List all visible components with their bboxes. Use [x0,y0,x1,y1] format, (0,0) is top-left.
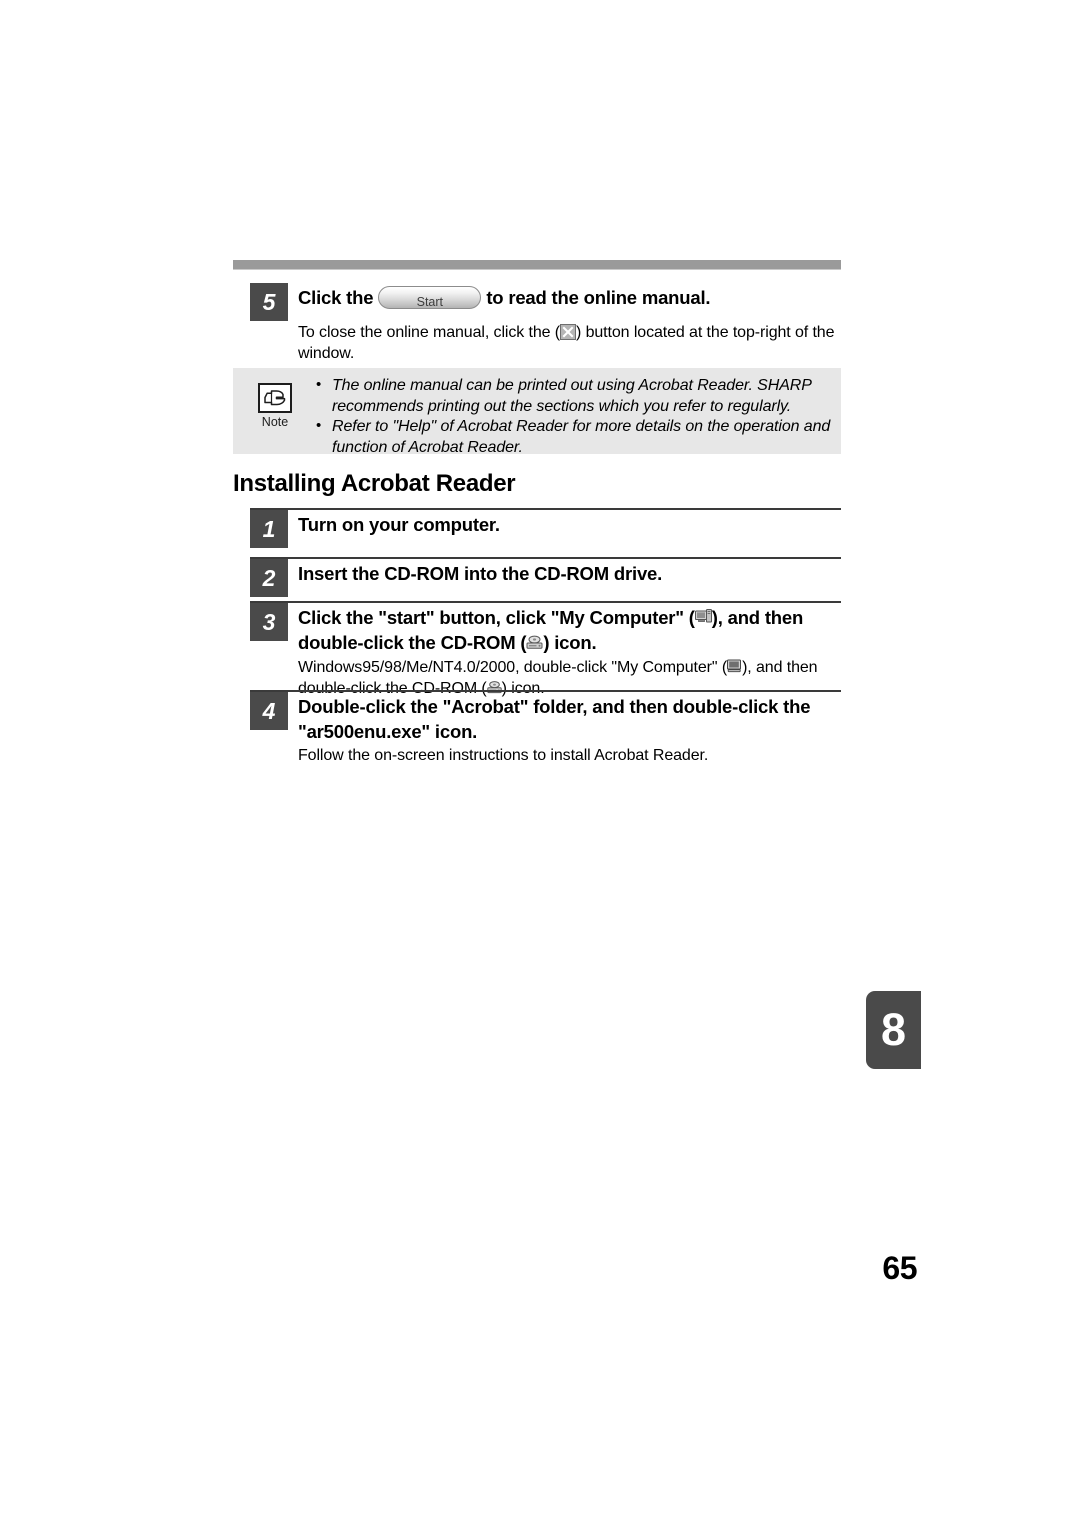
step-number-badge: 5 [250,283,288,321]
top-divider-bar [233,260,841,269]
my-computer-icon [694,609,712,625]
my-computer-icon [727,659,742,673]
step-number-badge: 2 [250,559,288,597]
note-list-item: The online manual can be printed out usi… [311,375,831,417]
step-title: Click the "start" button, click "My Comp… [298,605,841,655]
note-label: Note [261,415,289,429]
step-title-text-after: to read the online manual. [486,287,711,308]
step-number-badge: 1 [250,510,288,548]
step3-title-part3: ) icon. [543,632,597,653]
page-number: 65 [882,1250,917,1286]
step-title: Insert the CD-ROM into the CD-ROM drive. [298,563,663,584]
step-divider-rule [250,508,841,510]
section-heading: Installing Acrobat Reader [233,470,516,497]
step-title: Turn on your computer. [298,514,500,535]
step-divider-rule [250,557,841,559]
step-divider-rule [250,690,841,692]
start-button-label: Start [416,294,444,309]
close-button-icon [560,323,577,340]
step3-title-part1: Click the "start" button, click "My Comp… [298,607,695,628]
step3-body-part1: Windows95/98/Me/NT4.0/2000, double-click… [298,659,728,676]
step-title: Click the Start to read the online manual. [298,285,841,311]
step-divider-rule [250,601,841,603]
step-body-text: Windows95/98/Me/NT4.0/2000, double-click… [298,657,848,699]
document-page: 5 Click the Start to read the online manua… [0,0,1080,1528]
chapter-tab-marker: 8 [866,991,921,1069]
note-box: Note The online manual can be printed ou… [233,368,841,456]
step-number-badge: 3 [250,603,288,641]
cd-rom-icon [526,634,543,650]
start-button[interactable]: Start [378,285,482,309]
step-body-text: To close the online manual, click the ( … [298,322,848,364]
note-list-item: Refer to "Help" of Acrobat Reader for mo… [311,416,831,458]
pointing-hand-icon [258,383,292,413]
step-title-text-before: Click the [298,287,374,308]
note-icon-group: Note [252,383,298,430]
step-body-before: To close the online manual, click the ( [298,324,561,341]
step-number-badge: 4 [250,692,288,730]
step-title: Double-click the "Acrobat" folder, and t… [298,696,811,742]
note-item-list: The online manual can be printed out usi… [311,375,831,458]
step-body-text: Follow the on-screen instructions to ins… [298,747,709,764]
